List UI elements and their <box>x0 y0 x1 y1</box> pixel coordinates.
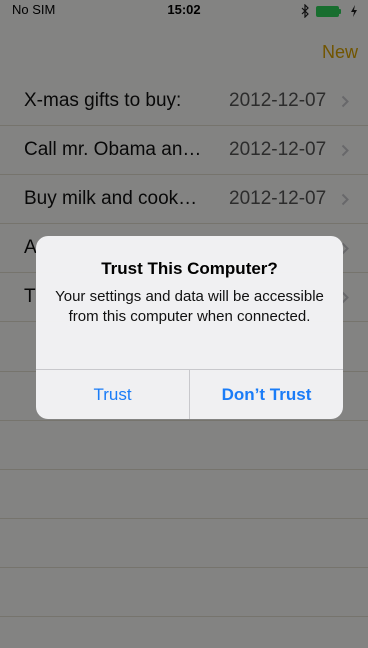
trust-alert-dialog: Trust This Computer? Your settings and d… <box>36 236 343 419</box>
dont-trust-button[interactable]: Don’t Trust <box>190 370 343 419</box>
alert-message: Your settings and data will be accessibl… <box>55 288 324 325</box>
screen: No SIM 15:02 New X-mas gifts to buy: 201… <box>0 0 368 648</box>
alert-actions: Trust Don’t Trust <box>36 369 343 419</box>
trust-button[interactable]: Trust <box>36 370 189 419</box>
alert-title: Trust This Computer? <box>101 259 278 278</box>
